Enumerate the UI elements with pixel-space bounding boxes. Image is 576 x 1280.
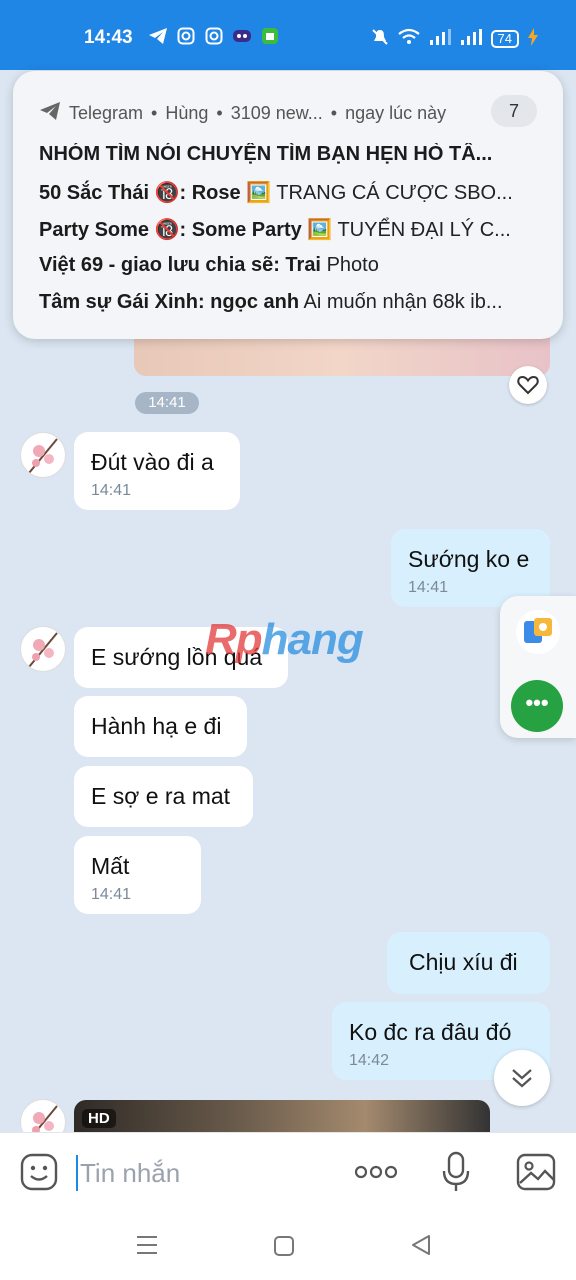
floating-app-shortcut[interactable]	[516, 610, 560, 654]
notification-count-badge[interactable]: 7	[491, 95, 537, 127]
status-time: 14:43	[84, 27, 133, 48]
notification-summary: 3109 new...	[230, 103, 323, 123]
outgoing-message[interactable]: Chịu xíu đi	[387, 932, 550, 994]
message-text: Hành hạ e đi	[91, 713, 222, 739]
notification-time: ngay lúc này	[345, 103, 447, 123]
instagram-icon	[204, 27, 224, 45]
notification-line: Tâm sự Gái Xinh: ngọc anh Ai muốn nhận 6…	[39, 291, 503, 313]
hd-badge: HD	[82, 1109, 116, 1128]
shopping-app-icon	[260, 27, 280, 45]
system-status-icons: 74	[371, 28, 538, 49]
message-text: Sướng ko e	[408, 546, 530, 572]
game-app-icon	[232, 27, 252, 45]
notification-line: 50 Sắc Thái 🔞: Rose 🖼️ TRANG CÁ CƯỢC SBO…	[39, 182, 513, 204]
more-horizontal-icon[interactable]	[354, 1161, 398, 1188]
incoming-message[interactable]: E sợ e ra mat	[74, 766, 253, 827]
notification-line: NHÓM TÌM NÓI CHUYỆN TÌM BẠN HẸN HÒ TÂ...	[39, 143, 493, 165]
menu-icon[interactable]	[136, 1235, 158, 1260]
microphone-icon[interactable]	[441, 1151, 471, 1198]
double-chevron-down-icon	[512, 1069, 532, 1088]
charging-icon	[528, 28, 538, 49]
message-time: 14:41	[91, 886, 132, 903]
mute-icon	[371, 28, 389, 49]
avatar[interactable]	[20, 626, 66, 672]
message-text: E sợ e ra mat	[91, 783, 231, 809]
notification-line: Party Some 🔞: Some Party 🖼️ TUYỂN ĐẠI LÝ…	[39, 219, 511, 241]
app-shortcut-icon	[524, 618, 552, 643]
heart-reaction-icon[interactable]	[509, 366, 547, 404]
notification-header: Telegram • Hùng • 3109 new... • ngay lúc…	[39, 101, 539, 126]
watermark-logo: Rphang	[205, 615, 364, 664]
home-icon[interactable]	[273, 1235, 295, 1262]
telegram-notification[interactable]: Telegram • Hùng • 3109 new... • ngay lúc…	[13, 71, 563, 339]
notification-line: Việt 69 - giao lưu chia sẽ: Trai Photo	[39, 254, 379, 276]
signal-icon	[429, 28, 451, 49]
scroll-to-bottom-button[interactable]	[494, 1050, 550, 1106]
hd-photo-message[interactable]	[74, 1100, 490, 1134]
photo-timestamp: 14:41	[135, 392, 199, 414]
notification-sender: Hùng	[165, 103, 209, 123]
telegram-icon	[39, 101, 61, 126]
instagram-icon	[176, 27, 196, 45]
message-text: Mất	[91, 853, 130, 879]
wifi-icon	[397, 28, 420, 49]
gallery-icon[interactable]	[516, 1153, 556, 1196]
navigation-bar	[0, 1210, 576, 1280]
message-input[interactable]: Tin nhắn	[76, 1155, 180, 1191]
message-time: 14:41	[408, 579, 449, 596]
flower-avatar-icon	[28, 632, 58, 668]
status-notification-icons	[148, 27, 280, 45]
flower-avatar-icon	[28, 438, 58, 474]
battery-level: 74	[490, 29, 519, 48]
incoming-message[interactable]: Hành hạ e đi	[74, 696, 247, 757]
message-composer: Tin nhắn	[0, 1132, 576, 1211]
message-text: Đút vào đi a	[91, 449, 214, 475]
avatar[interactable]	[20, 432, 66, 478]
emoji-icon[interactable]	[20, 1153, 58, 1196]
status-bar: 14:43 74	[0, 0, 576, 70]
notification-app: Telegram	[69, 103, 144, 123]
message-text: Chịu xíu đi	[409, 949, 518, 975]
message-text: Ko đc ra đâu đó	[349, 1019, 512, 1045]
incoming-message[interactable]: Đút vào đi a 14:41	[74, 432, 240, 510]
message-time: 14:41	[91, 482, 132, 499]
back-icon[interactable]	[410, 1234, 432, 1261]
more-options-button[interactable]: •••	[511, 680, 563, 732]
photo-message[interactable]	[134, 338, 550, 376]
incoming-message[interactable]: Mất 14:41	[74, 836, 201, 914]
telegram-icon	[148, 27, 168, 45]
floating-shortcut-panel: •••	[500, 596, 576, 738]
signal-icon	[460, 28, 482, 49]
